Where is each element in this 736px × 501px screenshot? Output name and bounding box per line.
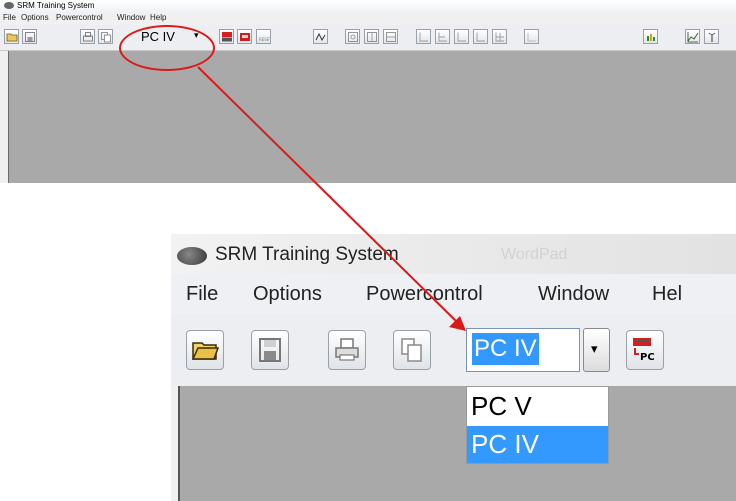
annotation-arrow-icon xyxy=(197,66,466,331)
